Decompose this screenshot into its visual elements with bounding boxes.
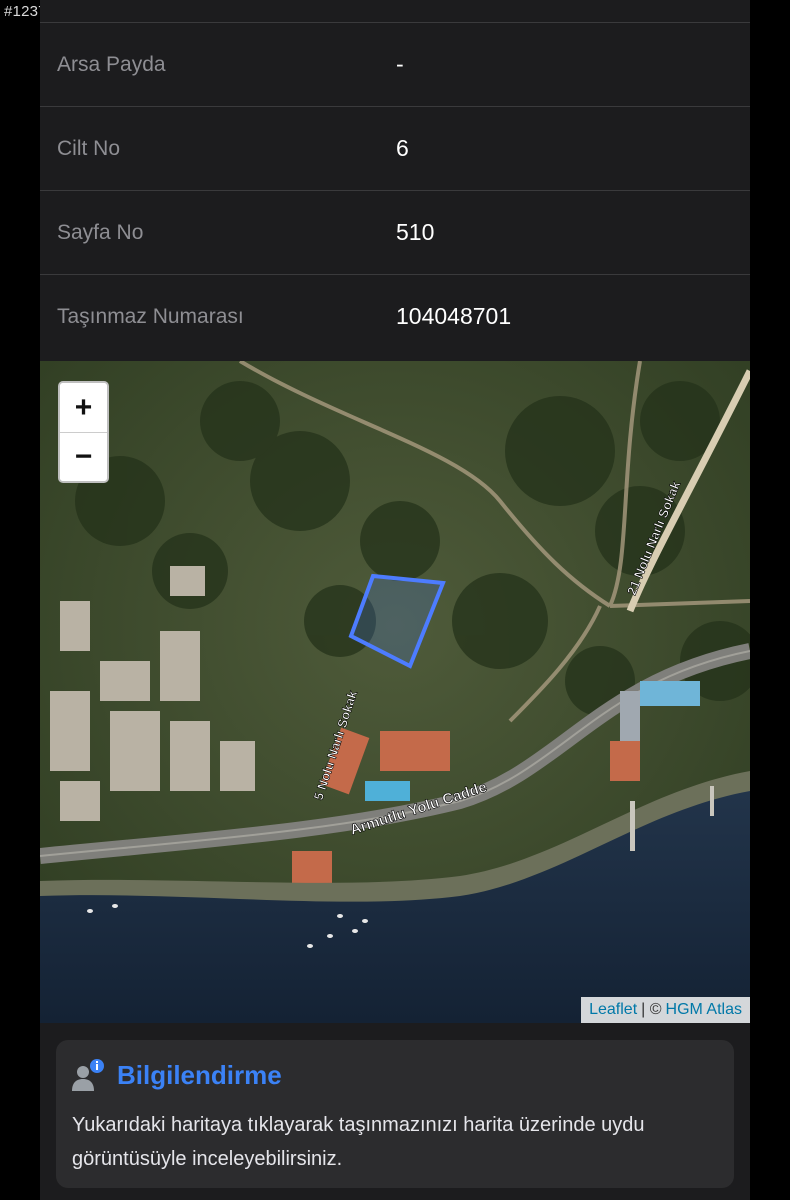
info-row-sayfa-no: Sayfa No 510 — [40, 190, 750, 274]
info-row-tasinmaz-numarasi: Taşınmaz Numarası 104048701 — [40, 274, 750, 358]
map-attribution: Leaflet | © HGM Atlas — [581, 997, 750, 1023]
info-label: Sayfa No — [57, 220, 144, 244]
leaflet-link[interactable]: Leaflet — [589, 1001, 637, 1019]
info-value: - — [396, 51, 404, 77]
info-card-text: Yukarıdaki haritaya tıklayarak taşınmazı… — [72, 1114, 645, 1170]
info-row-cilt-no: Cilt No 6 — [40, 106, 750, 190]
info-value: 6 — [396, 135, 409, 161]
satellite-imagery: 21 Nolu Narlı Sokak 5 Nolu Narlı Sokak A… — [40, 361, 750, 1023]
info-label: Cilt No — [57, 136, 121, 160]
info-card: Bilgilendirme Yukarıdaki haritaya tıklay… — [56, 1040, 734, 1188]
info-card-header: Bilgilendirme — [71, 1058, 282, 1092]
property-info-table: Arsa Payda - Cilt No 6 Sayfa No 510 Taşı… — [40, 22, 750, 358]
info-label: Taşınmaz Numarası — [57, 304, 244, 328]
zoom-in-button[interactable]: + — [60, 383, 107, 432]
satellite-map[interactable]: 21 Nolu Narlı Sokak 5 Nolu Narlı Sokak A… — [40, 361, 750, 1023]
info-value: 510 — [396, 219, 435, 245]
zoom-out-button[interactable]: − — [60, 432, 107, 481]
zoom-control: + − — [58, 381, 109, 483]
info-row-arsa-payda: Arsa Payda - — [40, 22, 750, 106]
info-value: 104048701 — [396, 303, 512, 329]
info-card-title: Bilgilendirme — [117, 1059, 282, 1090]
info-label: Arsa Payda — [57, 52, 166, 76]
person-info-icon — [72, 1059, 104, 1091]
hgm-atlas-link[interactable]: HGM Atlas — [666, 1001, 742, 1019]
attribution-separator: | © — [641, 1001, 662, 1018]
